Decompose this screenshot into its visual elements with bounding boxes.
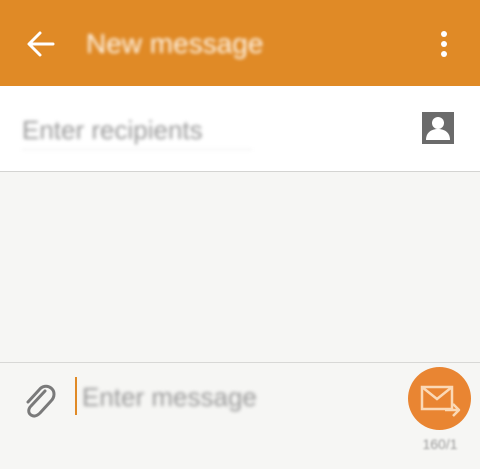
page-title: New message <box>86 28 264 59</box>
send-button[interactable] <box>408 367 471 430</box>
recipients-input[interactable]: Enter recipients <box>22 114 252 150</box>
attach-button[interactable] <box>20 379 58 421</box>
message-input[interactable]: Enter message <box>82 381 257 413</box>
app-bar: New message <box>0 0 480 86</box>
compose-bar: Enter message 160/1 <box>0 362 480 469</box>
back-arrow-icon <box>27 31 55 57</box>
contacts-button[interactable] <box>422 112 454 144</box>
send-message-icon <box>420 385 461 417</box>
back-button[interactable] <box>22 26 60 62</box>
more-options-button[interactable] <box>426 26 462 62</box>
contact-icon <box>422 112 454 144</box>
paperclip-icon <box>26 384 56 418</box>
recipients-row: Enter recipients <box>0 86 480 172</box>
text-cursor <box>75 377 77 415</box>
character-counter: 160/1 <box>422 436 458 452</box>
more-vertical-icon <box>441 31 447 57</box>
message-thread-area <box>0 173 480 361</box>
